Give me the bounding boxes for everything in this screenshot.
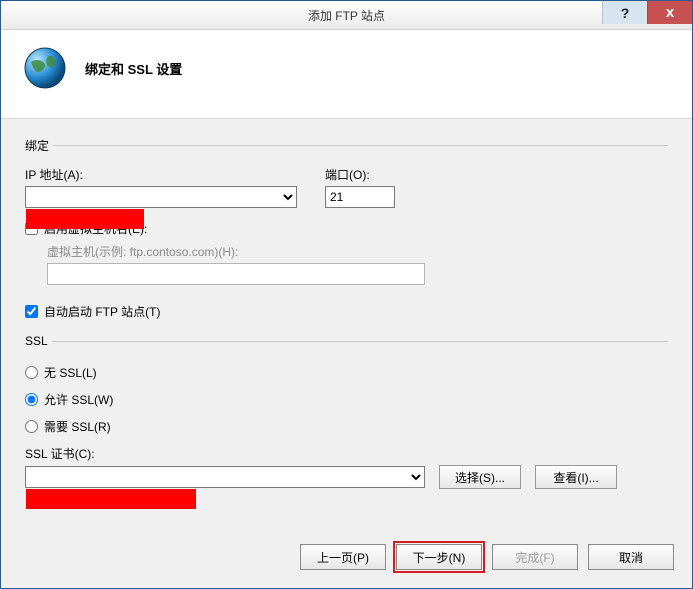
titlebar: 添加 FTP 站点 ? x (1, 1, 692, 30)
close-button[interactable]: x (647, 1, 692, 24)
finish-button: 完成(F) (492, 544, 578, 570)
enable-vhost-row: 启用虚拟主机名(E): (25, 220, 668, 237)
ssl-cert-label: SSL 证书(C): (25, 445, 668, 462)
ssl-none-radio[interactable] (25, 366, 38, 379)
page-header: 绑定和 SSL 设置 (1, 30, 692, 119)
ssl-none-label: 无 SSL(L) (44, 364, 97, 381)
ssl-legend: SSL (25, 334, 52, 348)
cancel-button[interactable]: 取消 (588, 544, 674, 570)
enable-vhost-checkbox[interactable] (25, 222, 38, 235)
enable-vhost-label: 启用虚拟主机名(E): (44, 220, 147, 237)
wizard-footer: 上一页(P) 下一步(N) 完成(F) 取消 (1, 532, 692, 588)
ssl-cert-redaction (26, 489, 196, 509)
ssl-view-button[interactable]: 查看(I)... (535, 465, 617, 489)
ip-label: IP 地址(A): (25, 166, 297, 183)
ip-column: IP 地址(A): (25, 166, 297, 208)
ssl-cert-select[interactable] (25, 466, 425, 488)
binding-legend: 绑定 (25, 137, 53, 154)
dialog-window: 添加 FTP 站点 ? x 绑定和 SSL 设置 绑定 (0, 0, 693, 589)
binding-row: IP 地址(A): 端口(O): (25, 166, 668, 208)
page-title: 绑定和 SSL 设置 (85, 59, 182, 78)
binding-group: 绑定 IP 地址(A): 端口(O): 启用虚拟主机名(E): (25, 137, 668, 285)
autostart-label: 自动启动 FTP 站点(T) (44, 303, 160, 320)
vhost-input (47, 263, 425, 285)
ssl-allow-label: 允许 SSL(W) (44, 391, 113, 408)
ssl-none-row: 无 SSL(L) (25, 364, 668, 381)
dialog-body: 绑定 IP 地址(A): 端口(O): 启用虚拟主机名(E): (1, 119, 692, 489)
vhost-subgroup: 虚拟主机(示例: ftp.contoso.com)(H): (47, 243, 668, 285)
ssl-require-label: 需要 SSL(R) (44, 418, 111, 435)
help-button[interactable]: ? (602, 1, 647, 24)
ssl-cert-row: 选择(S)... 查看(I)... (25, 465, 668, 489)
window-controls: ? x (602, 1, 692, 24)
port-column: 端口(O): (325, 166, 405, 208)
ssl-group: SSL 无 SSL(L) 允许 SSL(W) 需要 SSL(R) SSL 证书(… (25, 334, 668, 489)
next-button[interactable]: 下一步(N) (396, 544, 482, 570)
port-input[interactable] (325, 186, 395, 208)
ssl-allow-row: 允许 SSL(W) (25, 391, 668, 408)
ssl-allow-radio[interactable] (25, 393, 38, 406)
globe-icon (21, 44, 69, 92)
prev-button[interactable]: 上一页(P) (300, 544, 386, 570)
autostart-row: 自动启动 FTP 站点(T) (25, 303, 668, 320)
ssl-require-radio[interactable] (25, 420, 38, 433)
ssl-require-row: 需要 SSL(R) (25, 418, 668, 435)
vhost-label: 虚拟主机(示例: ftp.contoso.com)(H): (47, 243, 668, 260)
port-label: 端口(O): (325, 166, 405, 183)
ssl-select-button[interactable]: 选择(S)... (439, 465, 521, 489)
autostart-checkbox[interactable] (25, 305, 38, 318)
ip-address-select[interactable] (25, 186, 297, 208)
window-title: 添加 FTP 站点 (1, 7, 692, 24)
